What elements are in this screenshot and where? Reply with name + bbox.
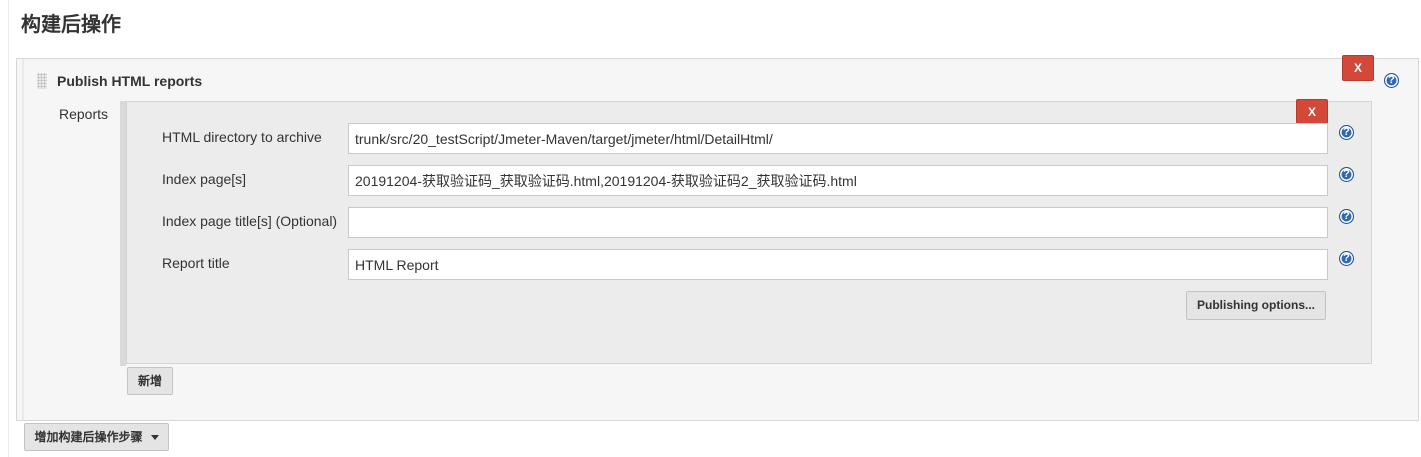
index-page-titles-help-icon[interactable]: ? — [1339, 209, 1354, 224]
index-page-titles-input[interactable] — [348, 207, 1328, 238]
html-directory-label: HTML directory to archive — [162, 129, 322, 145]
publisher-edge — [22, 59, 24, 420]
delete-publisher-button[interactable]: X — [1342, 55, 1374, 81]
index-page-titles-label: Index page title[s] (Optional) — [162, 213, 338, 229]
index-pages-help-icon[interactable]: ? — [1339, 167, 1354, 182]
add-post-build-step-button[interactable]: 增加构建后操作步骤 — [24, 423, 169, 451]
reports-label: Reports — [59, 106, 109, 122]
html-directory-help-icon[interactable]: ? — [1339, 125, 1354, 140]
publisher-title: Publish HTML reports — [57, 73, 203, 89]
report-title-help-icon[interactable]: ? — [1339, 251, 1354, 266]
index-pages-label: Index page[s] — [162, 171, 247, 187]
caret-down-icon — [150, 435, 159, 441]
index-pages-input[interactable] — [348, 165, 1328, 196]
report-title-label: Report title — [162, 255, 230, 271]
add-post-build-step-label: 增加构建后操作步骤 — [34, 430, 143, 444]
publishing-options-button[interactable]: Publishing options... — [1186, 291, 1326, 320]
add-report-button[interactable]: 新增 — [127, 367, 173, 395]
html-directory-input[interactable] — [348, 123, 1328, 154]
publisher-help-icon[interactable]: ? — [1384, 73, 1399, 88]
report-title-input[interactable] — [348, 249, 1328, 280]
delete-report-button[interactable]: X — [1296, 99, 1328, 124]
section-title: 构建后操作 — [21, 12, 121, 36]
drag-handle-icon[interactable] — [37, 73, 47, 89]
